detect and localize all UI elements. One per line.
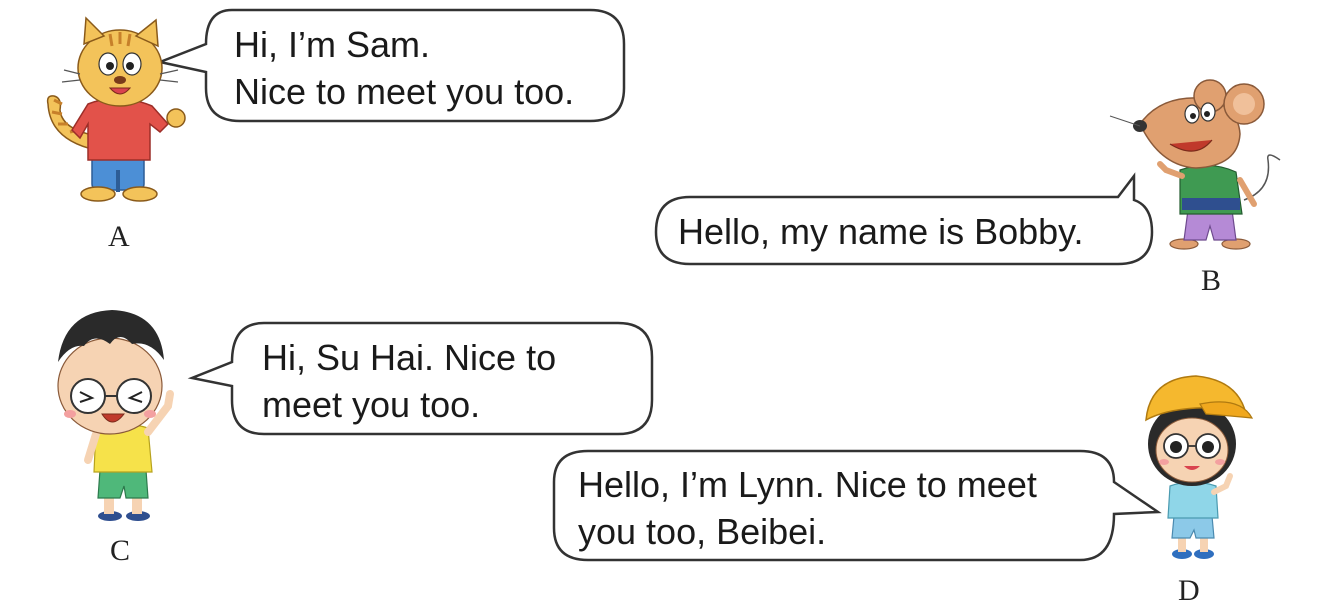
speech-line: you too, Beibei. xyxy=(578,511,827,552)
speech-text-a: Hi, I’m Sam. Nice to meet you too. xyxy=(234,21,574,115)
speech-line: Hello, my name is Bobby. xyxy=(678,211,1084,252)
label-a: A xyxy=(108,220,130,253)
speech-line: Nice to meet you too. xyxy=(234,71,575,112)
label-d: D xyxy=(1178,574,1200,607)
speech-line: meet you too. xyxy=(262,384,481,425)
speech-line: Hi, I’m Sam. xyxy=(234,24,431,65)
speech-text-b: Hello, my name is Bobby. xyxy=(678,208,1084,255)
speech-line: Hello, I’m Lynn. Nice to meet xyxy=(578,464,1037,505)
label-c: C xyxy=(110,534,131,567)
label-b: B xyxy=(1201,264,1222,297)
speech-text-c: Hi, Su Hai. Nice to meet you too. xyxy=(262,334,556,428)
boy-character xyxy=(57,310,174,521)
girl-character xyxy=(1145,375,1254,559)
speech-line: Hi, Su Hai. Nice to xyxy=(262,337,557,378)
speech-text-d: Hello, I’m Lynn. Nice to meet you too, B… xyxy=(578,461,1037,555)
cat-character xyxy=(46,16,186,202)
